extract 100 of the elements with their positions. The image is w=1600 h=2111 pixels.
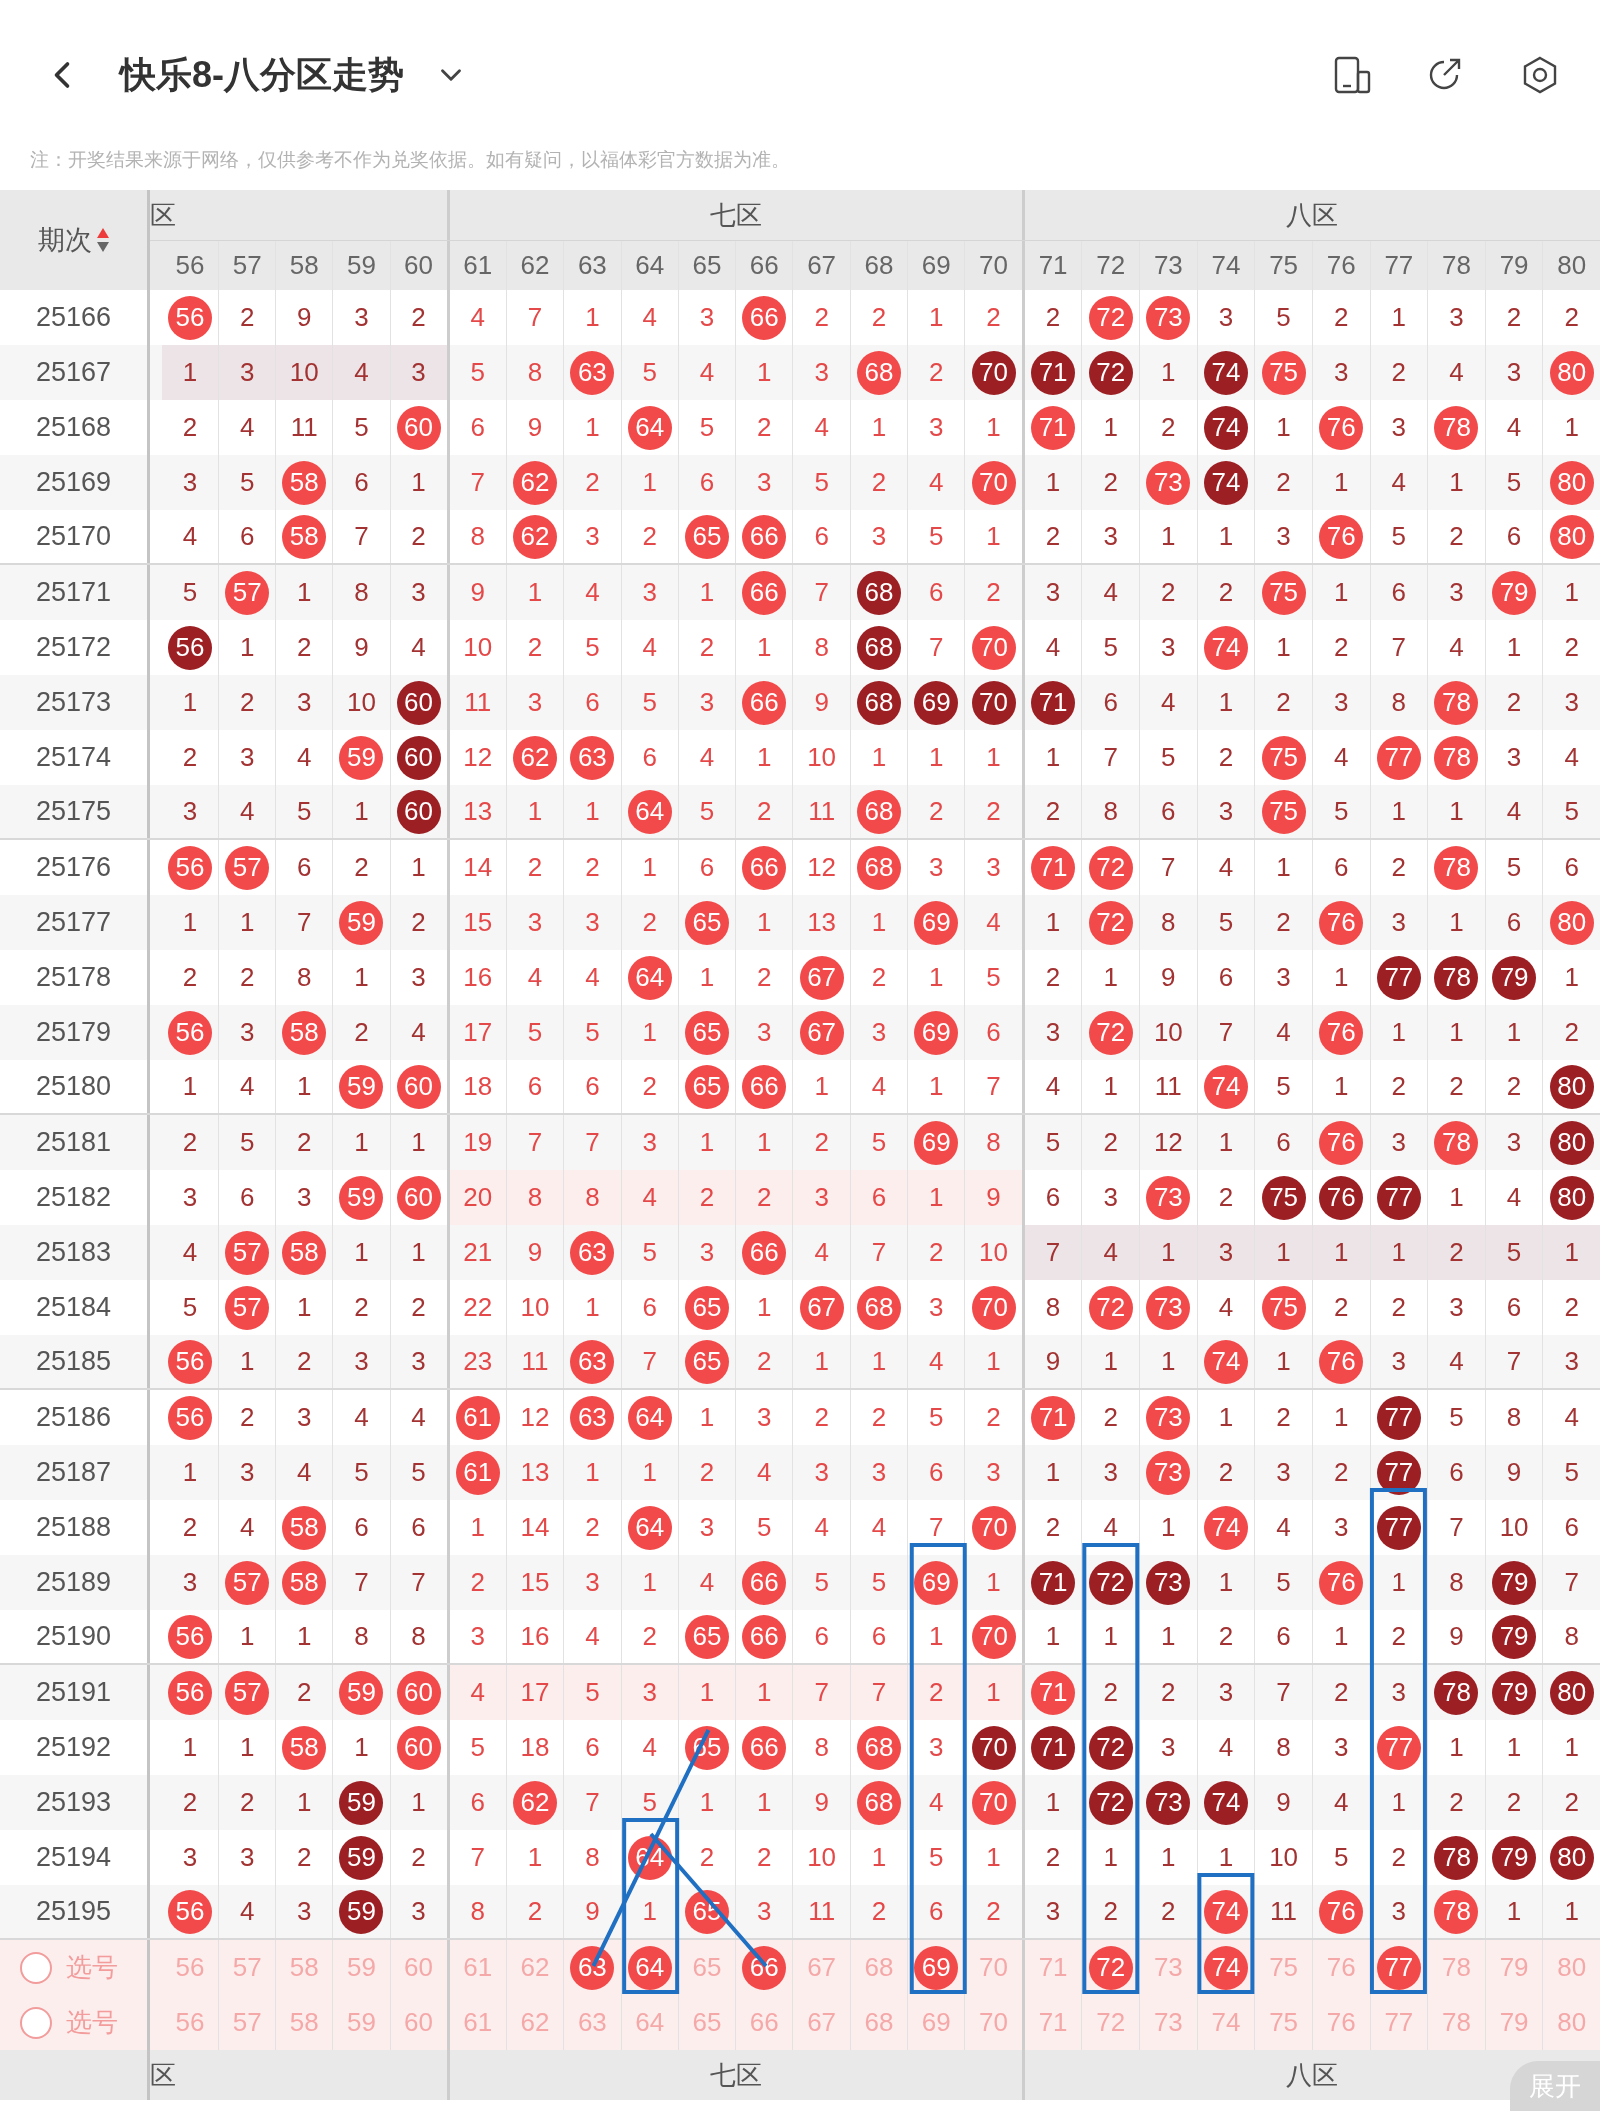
omission-count: 3 xyxy=(182,1566,198,1599)
omission-count: 1 xyxy=(239,631,255,664)
radio-button[interactable] xyxy=(20,1951,52,1984)
omission-count: 3 xyxy=(239,1841,255,1874)
omission-count: 6 xyxy=(1161,795,1176,828)
omission-count: 2 xyxy=(1045,795,1061,828)
omission-count: 6 xyxy=(699,466,715,499)
pick-number[interactable]: 59 xyxy=(346,1948,376,1987)
pick-number[interactable]: 59 xyxy=(346,2003,376,2042)
omission-count: 3 xyxy=(1391,906,1407,939)
column-number: 77 xyxy=(1384,249,1414,282)
omission-count: 11 xyxy=(808,795,836,828)
pick-number[interactable]: 65 xyxy=(692,1948,722,1987)
omission-count: 2 xyxy=(986,576,1001,609)
omission-count: 1 xyxy=(1045,1620,1061,1653)
omission-count: 5 xyxy=(1276,1566,1291,1599)
pick-number[interactable]: 60 xyxy=(404,2003,433,2042)
omission-count: 1 xyxy=(411,466,426,499)
pick-number[interactable]: 62 xyxy=(520,2003,550,2042)
omission-count: 4 xyxy=(1564,1401,1579,1434)
omission-count: 3 xyxy=(642,1126,657,1159)
pick-number[interactable]: 71 xyxy=(1038,1948,1068,1987)
omission-count: 5 xyxy=(470,1731,485,1764)
pick-number[interactable]: 67 xyxy=(807,1948,837,1987)
radio-button[interactable] xyxy=(20,2006,52,2039)
omission-count: 5 xyxy=(1564,795,1579,828)
omission-count: 7 xyxy=(527,1126,543,1159)
omission-count: 7 xyxy=(470,466,485,499)
pick-number[interactable]: 79 xyxy=(1499,1948,1529,1987)
pick-number[interactable]: 57 xyxy=(232,1948,262,1987)
pick-number[interactable]: 73 xyxy=(1153,2003,1183,2042)
pick-number[interactable]: 68 xyxy=(864,2003,894,2042)
omission-count: 1 xyxy=(1334,1070,1349,1103)
pick-number[interactable]: 62 xyxy=(520,1948,550,1987)
omission-count: 4 xyxy=(1161,686,1176,719)
omission-count: 5 xyxy=(1334,1841,1349,1874)
pick-number[interactable]: 56 xyxy=(175,1948,205,1987)
issue-heading[interactable]: 期次 xyxy=(37,219,92,261)
omission-count: 7 xyxy=(642,1345,657,1378)
omission-count: 3 xyxy=(1276,520,1291,553)
pick-number[interactable]: 73 xyxy=(1153,1948,1183,1987)
omission-count: 9 xyxy=(527,1236,543,1269)
omission-count: 2 xyxy=(1218,1181,1234,1214)
omission-count: 2 xyxy=(986,1401,1001,1434)
pick-number[interactable]: 63 xyxy=(577,2003,607,2042)
pick-number[interactable]: 71 xyxy=(1038,2003,1068,2042)
pick-number[interactable]: 78 xyxy=(1442,2003,1471,2042)
pick-label[interactable]: 选号 xyxy=(66,1948,118,1987)
omission-count: 7 xyxy=(354,1566,369,1599)
pick-number[interactable]: 64 xyxy=(635,2003,665,2042)
pick-number[interactable]: 70 xyxy=(979,2003,1008,2042)
device-icon[interactable] xyxy=(1332,55,1372,95)
omission-count: 4 xyxy=(1276,1016,1291,1049)
omission-count: 3 xyxy=(1218,1236,1234,1269)
omission-count: 1 xyxy=(1334,1401,1349,1434)
pick-number[interactable]: 66 xyxy=(749,2003,779,2042)
pick-number[interactable]: 78 xyxy=(1442,1948,1471,1987)
pick-number[interactable]: 77 xyxy=(1384,2003,1414,2042)
issue-number: 25192 xyxy=(34,1731,113,1765)
pick-number[interactable]: 65 xyxy=(692,2003,722,2042)
pick-number[interactable]: 68 xyxy=(864,1948,894,1987)
omission-count: 6 xyxy=(814,520,829,553)
omission-count: 4 xyxy=(585,1620,600,1653)
omission-count: 13 xyxy=(520,1456,550,1489)
pick-label[interactable]: 选号 xyxy=(66,2003,118,2042)
omission-count: 4 xyxy=(1506,795,1522,828)
omission-count: 23 xyxy=(463,1345,493,1378)
pick-number[interactable]: 67 xyxy=(807,2003,837,2042)
issue-number: 25177 xyxy=(34,906,113,940)
omission-count: 5 xyxy=(1506,1236,1522,1269)
omission-count: 5 xyxy=(239,1126,255,1159)
pick-number[interactable]: 80 xyxy=(1557,1948,1587,1987)
pick-number[interactable]: 79 xyxy=(1499,2003,1529,2042)
omission-count: 10 xyxy=(1499,1511,1529,1544)
omission-count: 8 xyxy=(1564,1620,1579,1653)
omission-count: 1 xyxy=(929,1070,944,1103)
pick-number[interactable]: 72 xyxy=(1096,2003,1126,2042)
sort-icon[interactable] xyxy=(95,227,110,253)
pick-number[interactable]: 75 xyxy=(1269,1948,1299,1987)
pick-number[interactable]: 75 xyxy=(1269,2003,1299,2042)
pick-number[interactable]: 69 xyxy=(921,2003,951,2042)
pick-number[interactable]: 61 xyxy=(463,2003,493,2042)
pick-number[interactable]: 56 xyxy=(175,2003,205,2042)
pick-number[interactable]: 58 xyxy=(289,2003,319,2042)
omission-count: 4 xyxy=(1334,1786,1349,1819)
pick-number[interactable]: 58 xyxy=(289,1948,319,1987)
pick-number[interactable]: 60 xyxy=(404,1948,433,1987)
pick-number[interactable]: 70 xyxy=(979,1948,1008,1987)
pick-number[interactable]: 76 xyxy=(1326,2003,1356,2042)
omission-count: 2 xyxy=(1276,1401,1291,1434)
pick-number[interactable]: 57 xyxy=(232,2003,262,2042)
pick-number[interactable]: 74 xyxy=(1211,2003,1241,2042)
pick-number[interactable]: 76 xyxy=(1326,1948,1356,1987)
omission-count: 1 xyxy=(1506,1731,1522,1764)
omission-count: 8 xyxy=(986,1126,1001,1159)
pick-number[interactable]: 61 xyxy=(463,1948,493,1987)
omission-count: 7 xyxy=(929,1511,944,1544)
omission-count: 10 xyxy=(807,1841,837,1874)
omission-count: 1 xyxy=(297,1070,312,1103)
pick-number[interactable]: 80 xyxy=(1557,2003,1587,2042)
